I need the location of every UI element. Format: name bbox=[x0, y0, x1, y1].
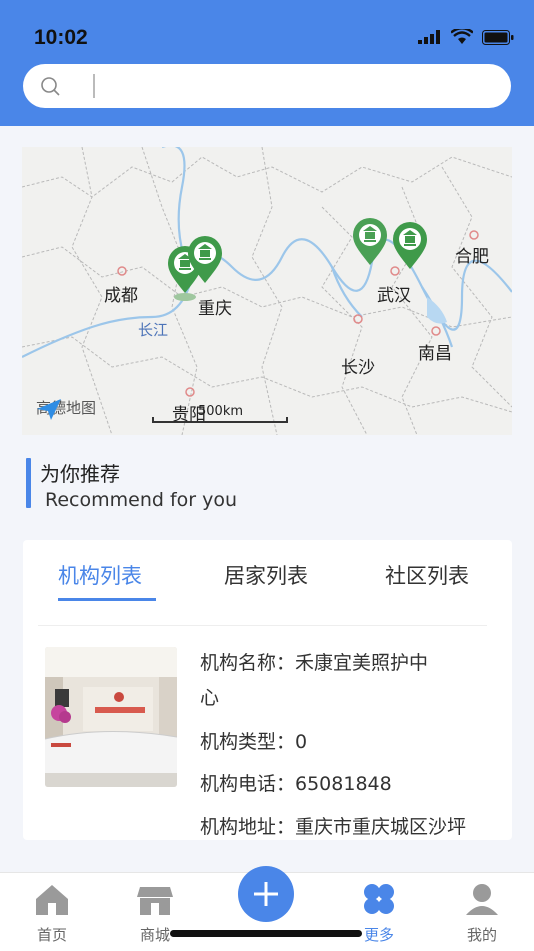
map-brand: 高德地图 bbox=[36, 397, 96, 420]
signal-icon bbox=[418, 30, 440, 44]
institution-name: 机构名称：禾康宜美照护中 bbox=[200, 652, 429, 674]
user-icon bbox=[466, 884, 498, 915]
wifi-icon bbox=[451, 29, 473, 44]
map-label-chongqing: 重庆 bbox=[198, 299, 232, 319]
map-lines bbox=[22, 147, 512, 435]
tab-home-list[interactable]: 居家列表 bbox=[224, 560, 308, 590]
recommend-title: 为你推荐 bbox=[40, 462, 120, 486]
map-scale-label: 500km bbox=[198, 404, 244, 419]
map-label-nanchang: 南昌 bbox=[418, 344, 452, 364]
search-icon bbox=[41, 77, 60, 96]
map-label-hefei: 合肥 bbox=[455, 247, 489, 267]
institution-phone[interactable]: 机构电话：65081848 bbox=[200, 769, 392, 796]
institution-type: 机构类型：0 bbox=[200, 731, 308, 753]
map-label-changsha: 长沙 bbox=[341, 358, 375, 378]
tabbar-home[interactable]: 首页 bbox=[17, 881, 87, 945]
tabbar-home-label: 首页 bbox=[36, 926, 67, 944]
home-icon bbox=[36, 885, 68, 915]
institution-photo[interactable] bbox=[45, 647, 177, 787]
plus-icon bbox=[254, 882, 278, 906]
map-view[interactable]: 成都 重庆 武汉 合肥 长沙 南昌 贵阳 长江 500km 高德地图 bbox=[22, 147, 512, 435]
institution-address: 机构地址：重庆市重庆城区沙坪 bbox=[200, 816, 467, 838]
amap-logo-icon bbox=[37, 399, 61, 420]
status-icons bbox=[418, 29, 514, 45]
search-cursor bbox=[93, 74, 95, 98]
section-accent-bar bbox=[26, 458, 31, 508]
tab-institution-list[interactable]: 机构列表 bbox=[58, 560, 142, 590]
header: 10:02 bbox=[0, 0, 534, 126]
home-indicator bbox=[170, 930, 362, 937]
search-bar[interactable] bbox=[23, 64, 511, 108]
tab-community-list[interactable]: 社区列表 bbox=[385, 560, 469, 590]
tab-divider bbox=[38, 625, 487, 626]
map-label-river: 长江 bbox=[138, 321, 169, 339]
tabbar-mine[interactable]: 我的 bbox=[447, 881, 517, 945]
more-clover-icon bbox=[364, 884, 394, 914]
institution-photo-image bbox=[45, 647, 177, 787]
status-time: 10:02 bbox=[34, 26, 88, 49]
active-tab-indicator bbox=[58, 598, 156, 601]
recommend-subtitle: Recommend for you bbox=[45, 489, 238, 511]
institution-name-cont: 心 bbox=[200, 687, 220, 709]
map-label-chengdu: 成都 bbox=[104, 286, 138, 306]
institution-card: 机构列表 居家列表 社区列表 机构名称：禾康宜美照护中 心 机构类型：0 机构电… bbox=[23, 540, 512, 840]
map-label-wuhan: 武汉 bbox=[377, 286, 411, 306]
battery-icon bbox=[482, 29, 514, 45]
shop-icon bbox=[137, 887, 173, 915]
search-input[interactable] bbox=[101, 70, 505, 104]
add-button[interactable] bbox=[238, 866, 294, 922]
tabbar-mine-label: 我的 bbox=[466, 926, 497, 944]
